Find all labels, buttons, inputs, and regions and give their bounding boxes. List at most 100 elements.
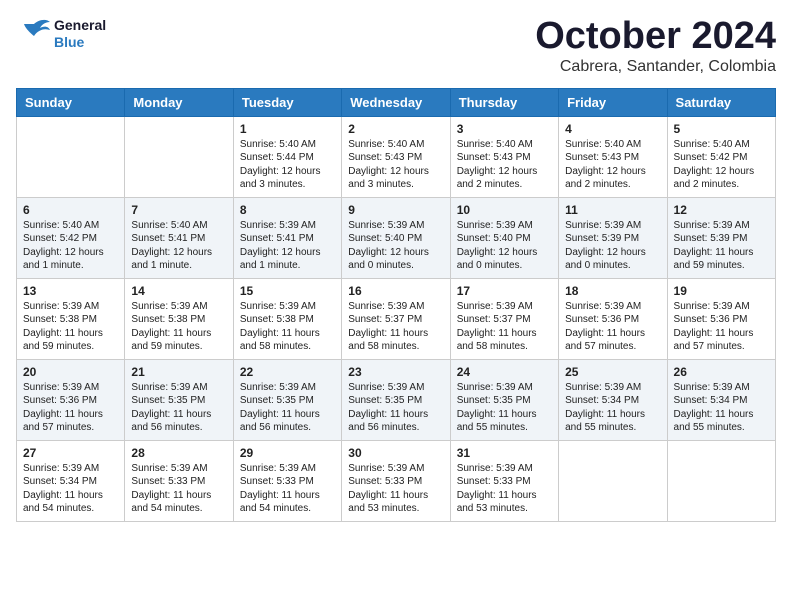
calendar-cell: 9 Sunrise: 5:39 AM Sunset: 5:40 PM Daylig… bbox=[342, 197, 450, 278]
calendar-cell: 11Sunrise: 5:39 AM Sunset: 5:39 PM Dayli… bbox=[559, 197, 667, 278]
weekday-header-friday: Friday bbox=[559, 88, 667, 116]
title-area: October 2024 Cabrera, Santander, Colombi… bbox=[535, 16, 776, 76]
day-info: Sunrise: 5:39 AM Sunset: 5:33 PM Dayligh… bbox=[457, 462, 552, 516]
day-number: 1 bbox=[240, 122, 335, 136]
day-number: 16 bbox=[348, 284, 443, 298]
day-number: 26 bbox=[674, 365, 769, 379]
day-info: Sunrise: 5:39 AM Sunset: 5:38 PM Dayligh… bbox=[240, 300, 335, 354]
week-row-1: 1Sunrise: 5:40 AM Sunset: 5:44 PM Daylig… bbox=[17, 116, 776, 197]
calendar-cell: 4 Sunrise: 5:40 AM Sunset: 5:43 PM Daylig… bbox=[559, 116, 667, 197]
calendar-cell: 16 Sunrise: 5:39 AM Sunset: 5:37 PM Dayli… bbox=[342, 278, 450, 359]
calendar-cell: 5 Sunrise: 5:40 AM Sunset: 5:42 PM Daylig… bbox=[667, 116, 775, 197]
day-info: Sunrise: 5:39 AM Sunset: 5:40 PM Dayligh… bbox=[457, 219, 552, 273]
week-row-3: 13 Sunrise: 5:39 AM Sunset: 5:38 PM Dayli… bbox=[17, 278, 776, 359]
calendar-cell: 23 Sunrise: 5:39 AM Sunset: 5:35 PM Dayli… bbox=[342, 359, 450, 440]
week-row-2: 6 Sunrise: 5:40 AM Sunset: 5:42 PM Daylig… bbox=[17, 197, 776, 278]
calendar-cell: 7 Sunrise: 5:40 AM Sunset: 5:41 PM Daylig… bbox=[125, 197, 233, 278]
day-number: 21 bbox=[131, 365, 226, 379]
day-number: 19 bbox=[674, 284, 769, 298]
day-number: 11 bbox=[565, 203, 660, 217]
day-info: Sunrise: 5:40 AM Sunset: 5:42 PM Dayligh… bbox=[674, 138, 769, 192]
calendar-cell: 17Sunrise: 5:39 AM Sunset: 5:37 PM Dayli… bbox=[450, 278, 558, 359]
day-info: Sunrise: 5:39 AM Sunset: 5:35 PM Dayligh… bbox=[240, 381, 335, 435]
calendar-cell: 15 Sunrise: 5:39 AM Sunset: 5:38 PM Dayli… bbox=[233, 278, 341, 359]
weekday-header-sunday: Sunday bbox=[17, 88, 125, 116]
day-number: 18 bbox=[565, 284, 660, 298]
day-number: 17 bbox=[457, 284, 552, 298]
day-info: Sunrise: 5:39 AM Sunset: 5:37 PM Dayligh… bbox=[348, 300, 443, 354]
day-info: Sunrise: 5:39 AM Sunset: 5:36 PM Dayligh… bbox=[674, 300, 769, 354]
logo-container: General Blue bbox=[16, 16, 106, 52]
calendar-table: SundayMondayTuesdayWednesdayThursdayFrid… bbox=[16, 88, 776, 522]
day-number: 30 bbox=[348, 446, 443, 460]
day-number: 14 bbox=[131, 284, 226, 298]
calendar-cell: 27Sunrise: 5:39 AM Sunset: 5:34 PM Dayli… bbox=[17, 440, 125, 521]
calendar-cell bbox=[667, 440, 775, 521]
day-number: 13 bbox=[23, 284, 118, 298]
calendar-cell: 20Sunrise: 5:39 AM Sunset: 5:36 PM Dayli… bbox=[17, 359, 125, 440]
day-number: 10 bbox=[457, 203, 552, 217]
calendar-cell bbox=[17, 116, 125, 197]
calendar-cell bbox=[125, 116, 233, 197]
calendar-cell bbox=[559, 440, 667, 521]
day-number: 8 bbox=[240, 203, 335, 217]
calendar-cell: 2Sunrise: 5:40 AM Sunset: 5:43 PM Daylig… bbox=[342, 116, 450, 197]
calendar-cell: 12Sunrise: 5:39 AM Sunset: 5:39 PM Dayli… bbox=[667, 197, 775, 278]
day-number: 5 bbox=[674, 122, 769, 136]
calendar-cell: 25Sunrise: 5:39 AM Sunset: 5:34 PM Dayli… bbox=[559, 359, 667, 440]
day-number: 15 bbox=[240, 284, 335, 298]
weekday-header-wednesday: Wednesday bbox=[342, 88, 450, 116]
day-number: 3 bbox=[457, 122, 552, 136]
calendar-cell: 30 Sunrise: 5:39 AM Sunset: 5:33 PM Dayli… bbox=[342, 440, 450, 521]
day-info: Sunrise: 5:39 AM Sunset: 5:33 PM Dayligh… bbox=[240, 462, 335, 516]
calendar-cell: 13Sunrise: 5:39 AM Sunset: 5:38 PM Dayli… bbox=[17, 278, 125, 359]
day-number: 29 bbox=[240, 446, 335, 460]
logo-blue: Blue bbox=[54, 34, 106, 51]
day-number: 28 bbox=[131, 446, 226, 460]
day-info: Sunrise: 5:40 AM Sunset: 5:41 PM Dayligh… bbox=[131, 219, 226, 273]
calendar-cell: 31 Sunrise: 5:39 AM Sunset: 5:33 PM Dayli… bbox=[450, 440, 558, 521]
day-info: Sunrise: 5:39 AM Sunset: 5:35 PM Dayligh… bbox=[348, 381, 443, 435]
week-row-4: 20Sunrise: 5:39 AM Sunset: 5:36 PM Dayli… bbox=[17, 359, 776, 440]
day-info: Sunrise: 5:39 AM Sunset: 5:35 PM Dayligh… bbox=[457, 381, 552, 435]
weekday-header-thursday: Thursday bbox=[450, 88, 558, 116]
day-info: Sunrise: 5:40 AM Sunset: 5:42 PM Dayligh… bbox=[23, 219, 118, 273]
month-title: October 2024 bbox=[535, 16, 776, 58]
day-info: Sunrise: 5:40 AM Sunset: 5:43 PM Dayligh… bbox=[565, 138, 660, 192]
day-info: Sunrise: 5:39 AM Sunset: 5:33 PM Dayligh… bbox=[348, 462, 443, 516]
day-number: 31 bbox=[457, 446, 552, 460]
day-number: 23 bbox=[348, 365, 443, 379]
calendar-cell: 10 Sunrise: 5:39 AM Sunset: 5:40 PM Dayli… bbox=[450, 197, 558, 278]
calendar-cell: 21 Sunrise: 5:39 AM Sunset: 5:35 PM Dayli… bbox=[125, 359, 233, 440]
calendar-cell: 22 Sunrise: 5:39 AM Sunset: 5:35 PM Dayli… bbox=[233, 359, 341, 440]
calendar-cell: 19 Sunrise: 5:39 AM Sunset: 5:36 PM Dayli… bbox=[667, 278, 775, 359]
day-number: 24 bbox=[457, 365, 552, 379]
day-info: Sunrise: 5:39 AM Sunset: 5:34 PM Dayligh… bbox=[674, 381, 769, 435]
calendar-cell: 24 Sunrise: 5:39 AM Sunset: 5:35 PM Dayli… bbox=[450, 359, 558, 440]
calendar-cell: 26 Sunrise: 5:39 AM Sunset: 5:34 PM Dayli… bbox=[667, 359, 775, 440]
page-header: General Blue October 2024 Cabrera, Santa… bbox=[16, 16, 776, 76]
day-number: 7 bbox=[131, 203, 226, 217]
day-number: 6 bbox=[23, 203, 118, 217]
calendar-cell: 28 Sunrise: 5:39 AM Sunset: 5:33 PM Dayli… bbox=[125, 440, 233, 521]
day-info: Sunrise: 5:39 AM Sunset: 5:36 PM Dayligh… bbox=[565, 300, 660, 354]
day-number: 9 bbox=[348, 203, 443, 217]
day-info: Sunrise: 5:39 AM Sunset: 5:40 PM Dayligh… bbox=[348, 219, 443, 273]
day-number: 4 bbox=[565, 122, 660, 136]
day-info: Sunrise: 5:39 AM Sunset: 5:38 PM Dayligh… bbox=[131, 300, 226, 354]
calendar-cell: 29 Sunrise: 5:39 AM Sunset: 5:33 PM Dayli… bbox=[233, 440, 341, 521]
weekday-header-saturday: Saturday bbox=[667, 88, 775, 116]
day-number: 22 bbox=[240, 365, 335, 379]
week-row-5: 27Sunrise: 5:39 AM Sunset: 5:34 PM Dayli… bbox=[17, 440, 776, 521]
logo-general: General bbox=[54, 17, 106, 34]
weekday-header-row: SundayMondayTuesdayWednesdayThursdayFrid… bbox=[17, 88, 776, 116]
day-info: Sunrise: 5:39 AM Sunset: 5:34 PM Dayligh… bbox=[23, 462, 118, 516]
logo-bird-icon bbox=[16, 16, 52, 52]
calendar-cell: 1Sunrise: 5:40 AM Sunset: 5:44 PM Daylig… bbox=[233, 116, 341, 197]
weekday-header-monday: Monday bbox=[125, 88, 233, 116]
day-number: 2 bbox=[348, 122, 443, 136]
calendar-cell: 8Sunrise: 5:39 AM Sunset: 5:41 PM Daylig… bbox=[233, 197, 341, 278]
calendar-cell: 14 Sunrise: 5:39 AM Sunset: 5:38 PM Dayli… bbox=[125, 278, 233, 359]
day-info: Sunrise: 5:39 AM Sunset: 5:35 PM Dayligh… bbox=[131, 381, 226, 435]
day-info: Sunrise: 5:39 AM Sunset: 5:33 PM Dayligh… bbox=[131, 462, 226, 516]
